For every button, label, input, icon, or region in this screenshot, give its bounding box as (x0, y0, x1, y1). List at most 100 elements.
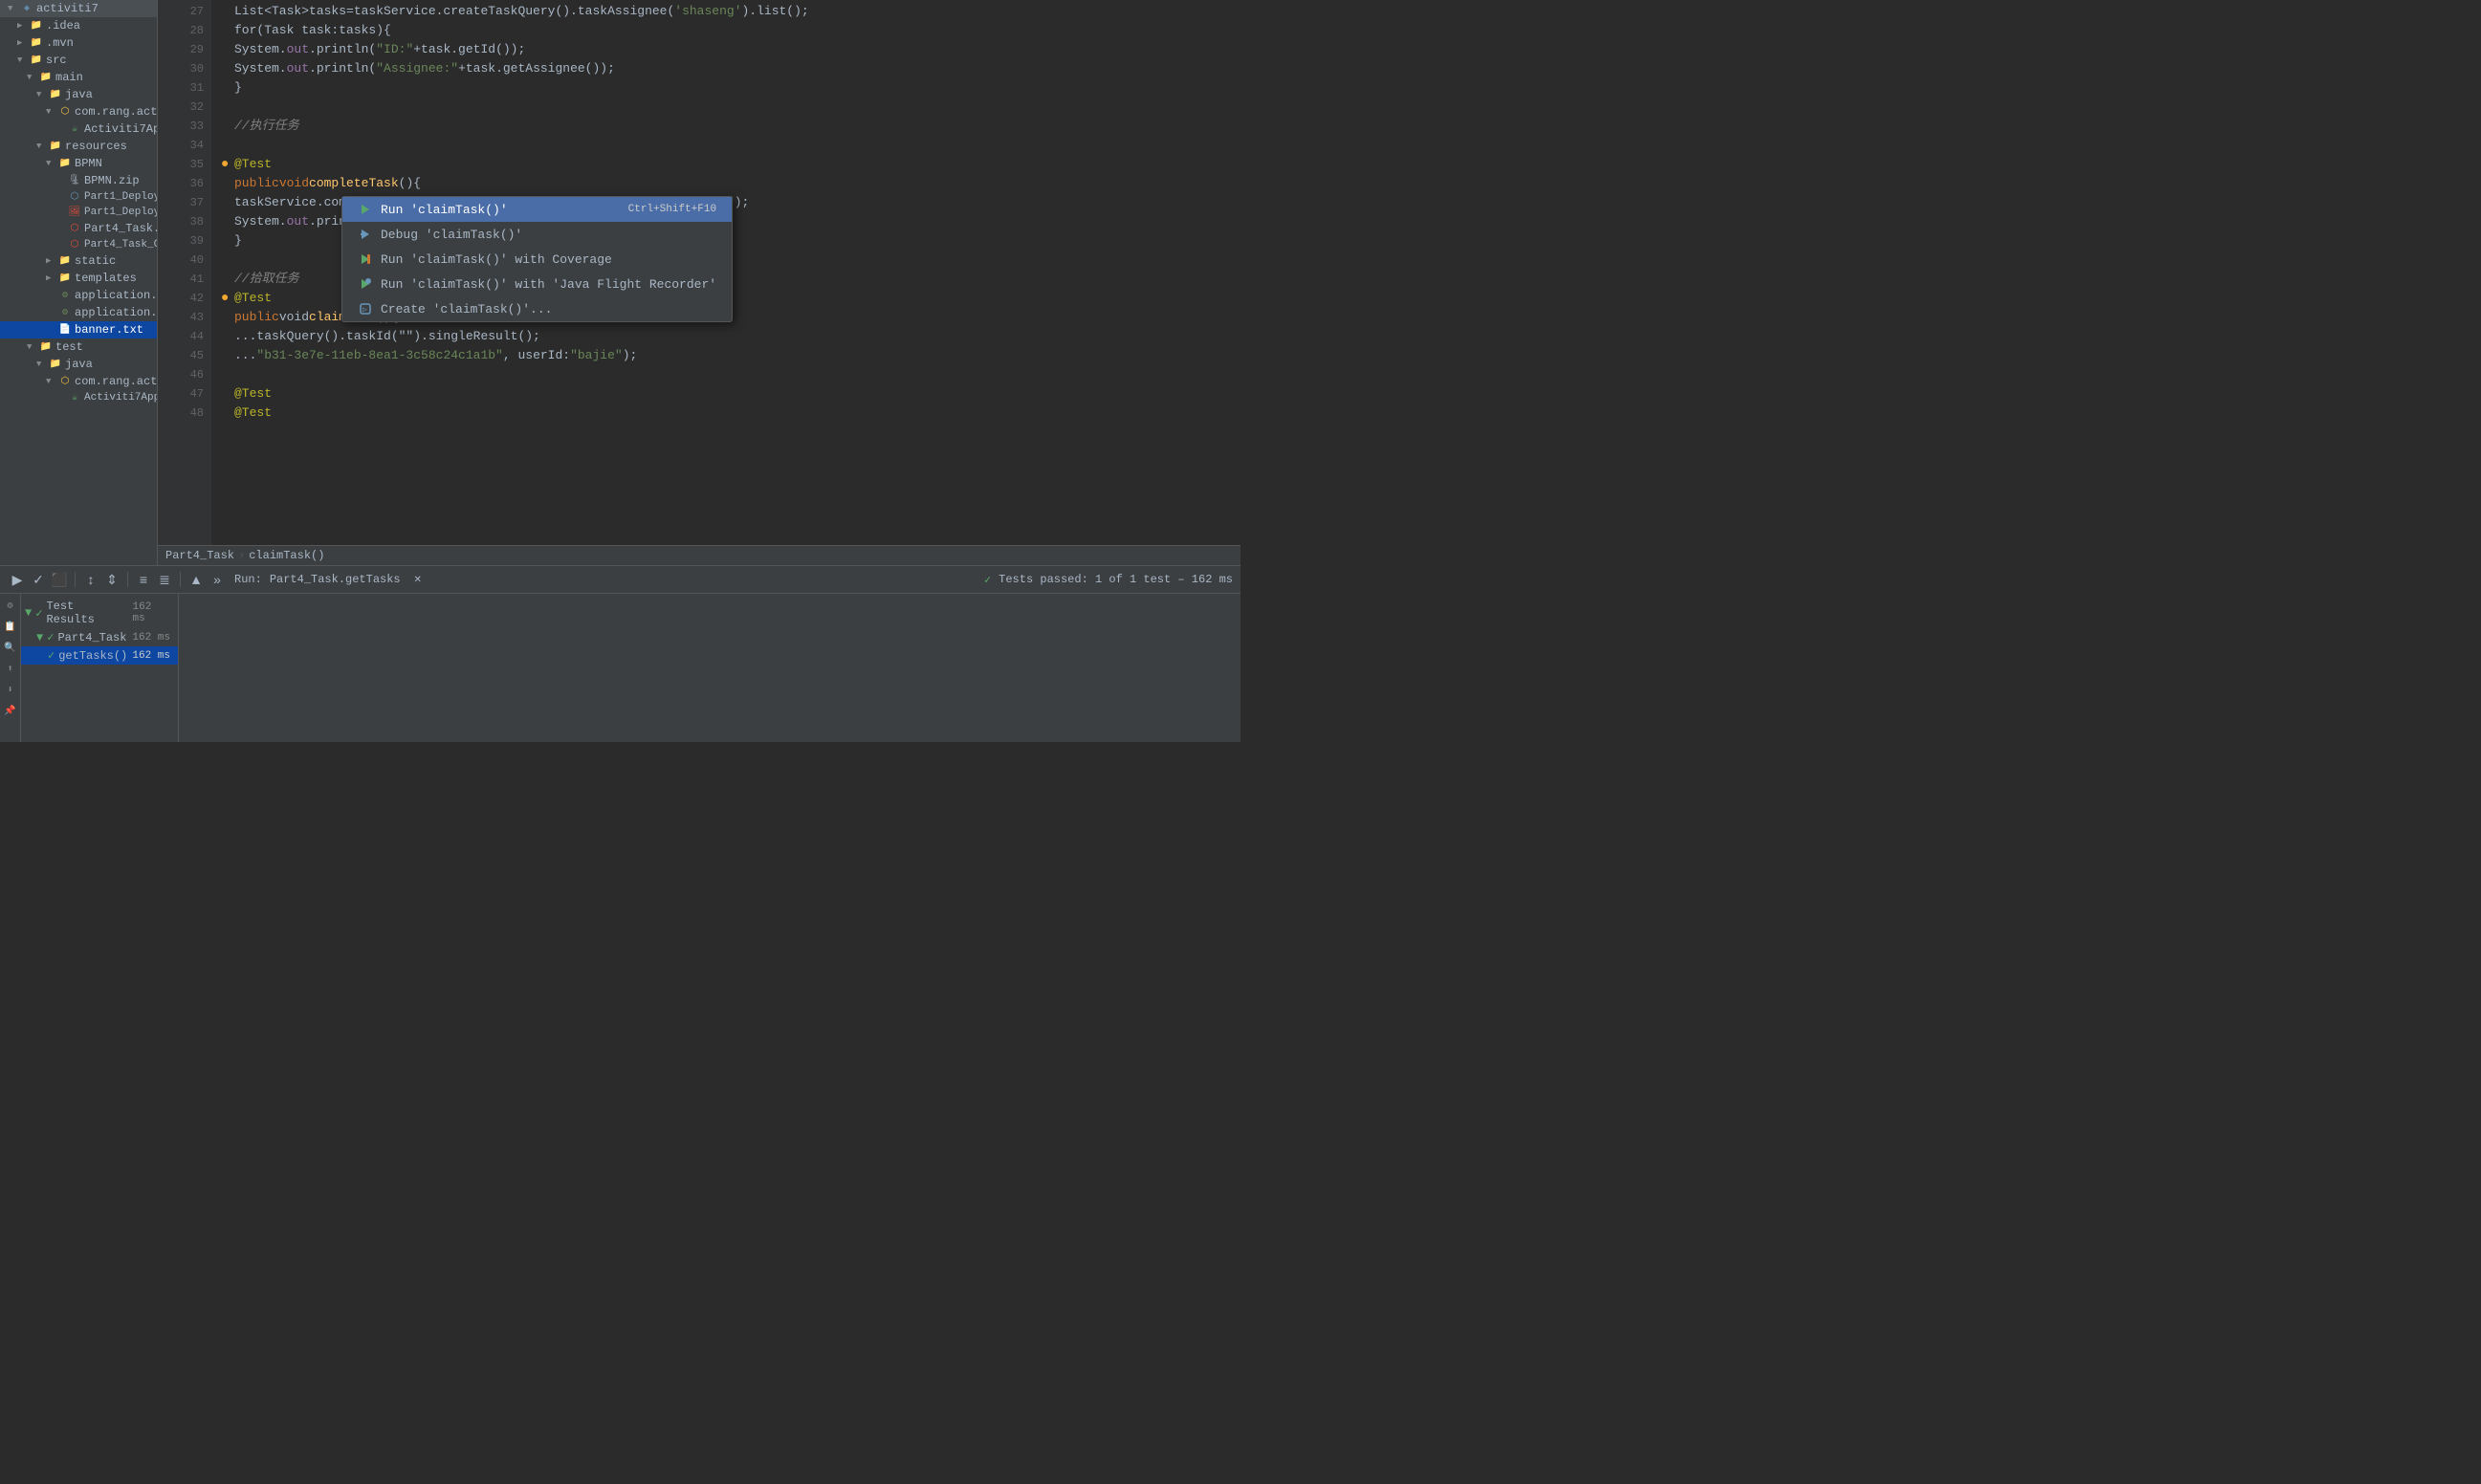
line-num: 48 (173, 404, 204, 423)
panel-content: ⚙ 📋 🔍 ⬆ ⬇ 📌 ▼ ✓ Test Results 162 ms ▼ ✓ (0, 594, 1240, 742)
breadcrumb-method[interactable]: claimTask() (249, 549, 324, 562)
run-gutter-marker-35[interactable]: ● (221, 155, 234, 174)
pass-icon: ▼ (25, 606, 32, 620)
up-button[interactable]: ▲ (187, 570, 206, 589)
menu-item-debug[interactable]: Debug 'claimTask()' (342, 222, 732, 247)
strip-btn-3[interactable]: 🔍 (2, 640, 19, 657)
stop-button[interactable]: ⬛ (50, 570, 69, 589)
expand-button[interactable]: ≣ (155, 570, 174, 589)
run-button[interactable]: ▶ (8, 570, 27, 589)
strip-btn-5[interactable]: ⬇ (2, 682, 19, 699)
line-num: 41 (173, 270, 204, 289)
code-line-47: @Test (221, 384, 1240, 404)
sidebar-item-label: .mvn (46, 36, 74, 50)
sort-alpha-button[interactable]: ↕ (81, 570, 100, 589)
sidebar-item-part1-deploy-png[interactable]: ▶ 🖼 Part1_Deployment.pnc (0, 205, 157, 220)
close-run-button[interactable]: ✕ (408, 570, 428, 589)
folder-icon: 📁 (39, 341, 53, 353)
line-num: 34 (173, 136, 204, 155)
menu-item-run-jfr[interactable]: Run 'claimTask()' with 'Java Flight Reco… (342, 272, 732, 296)
code-line-28: for(Task task:tasks){ (221, 21, 1240, 40)
sidebar-item-com-rang[interactable]: ▼ ⬡ com.rang.activiti (0, 103, 157, 120)
sidebar-item-label: application.properties (75, 289, 158, 302)
test-results-root[interactable]: ▼ ✓ Test Results 162 ms (21, 598, 178, 628)
sidebar-item-label: application.yml (75, 306, 158, 319)
sidebar-item-label: com.rang.activiti (75, 105, 158, 119)
module-icon: ◈ (20, 3, 33, 14)
sidebar-item-part1-deploy-bpr[interactable]: ▶ ⬡ Part1_Deployment.bpr (0, 189, 157, 205)
pass-check: ✓ (47, 630, 54, 644)
separator (75, 572, 76, 587)
code-line-44: ...taskQuery().taskId("").singleResult()… (221, 327, 1240, 346)
sidebar-item-label: activiti7 (36, 2, 99, 15)
menu-item-label: Create 'claimTask()'... (381, 302, 552, 316)
sidebar-item-part4-task-bpmn[interactable]: ▶ ⬡ Part4_Task.bpmn (0, 220, 157, 237)
test-method-gettasks[interactable]: ✓ getTasks() 162 ms (21, 646, 178, 665)
sidebar-item-app-yml[interactable]: ▶ ⚙ application.yml (0, 304, 157, 321)
test-method-time: 162 ms (132, 650, 174, 662)
strip-btn-1[interactable]: ⚙ (2, 598, 19, 615)
code-line-45: ..."b31-3e7e-11eb-8ea1-3c58c24c1a1b", us… (221, 346, 1240, 365)
bpmn-icon: ⬡ (68, 223, 81, 234)
sidebar-item-app-properties[interactable]: ▶ ⚙ application.properties (0, 287, 157, 304)
line-num: 33 (173, 117, 204, 136)
expand-arrow: ▼ (27, 342, 36, 352)
strip-btn-6[interactable]: 📌 (2, 703, 19, 720)
sidebar-item-activiti7[interactable]: ▼ ◈ activiti7 (0, 0, 157, 17)
sidebar-item-test[interactable]: ▼ 📁 test (0, 338, 157, 356)
sidebar-item-test-app[interactable]: ▶ ☕ Activiti7ApplicationTe (0, 390, 157, 405)
expand-arrow: ▼ (46, 107, 55, 117)
sidebar-item-src[interactable]: ▼ 📁 src (0, 52, 157, 69)
strip-btn-4[interactable]: ⬆ (2, 661, 19, 678)
sidebar-item-bpmn-zip[interactable]: ▶ 🗜 BPMN.zip (0, 172, 157, 189)
sort-duration-button[interactable]: ⇕ (102, 570, 121, 589)
menu-item-run[interactable]: Run 'claimTask()' Ctrl+Shift+F10 (342, 197, 732, 222)
bpmn-icon: ⬡ (68, 239, 81, 251)
sidebar-item-label: com.rang.activiti (75, 375, 158, 388)
strip-btn-2[interactable]: 📋 (2, 619, 19, 636)
code-line-27: List<Task>tasks=taskService.createTaskQu… (221, 2, 1240, 21)
code-line-46 (221, 365, 1240, 384)
sidebar-item-label: java (65, 358, 93, 371)
sidebar-item-templates[interactable]: ▶ 📁 templates (0, 270, 157, 287)
line-num: 35 (173, 155, 204, 174)
run-config-name[interactable]: Part4_Task.getTasks (270, 573, 401, 586)
sidebar-item-activiti7app[interactable]: ▶ ☕ Activiti7Application (0, 120, 157, 138)
test-results-label: Test Results (46, 600, 128, 626)
sidebar-item-static[interactable]: ▶ 📁 static (0, 252, 157, 270)
sidebar-item-mvn[interactable]: ▶ 📁 .mvn (0, 34, 157, 52)
sidebar-item-test-java[interactable]: ▼ 📁 java (0, 356, 157, 373)
line-num: 39 (173, 231, 204, 251)
folder-icon: 📁 (49, 141, 62, 152)
line-num: 44 (173, 327, 204, 346)
sidebar-item-main[interactable]: ▼ 📁 main (0, 69, 157, 86)
code-line-30: System.out.println("Assignee:"+task.getA… (221, 59, 1240, 78)
expand-arrow: ▼ (36, 360, 46, 369)
expand-arrow: ▼ (27, 73, 36, 82)
run-gutter-marker-42[interactable]: ● (221, 289, 234, 308)
collapse-button[interactable]: ≡ (134, 570, 153, 589)
bpmn-icon: ⬡ (68, 191, 81, 203)
more-button[interactable]: » (208, 570, 227, 589)
folder-icon: 📁 (39, 72, 53, 83)
folder-icon: 📁 (30, 37, 43, 49)
rerun-button[interactable]: ✓ (29, 570, 48, 589)
context-menu: Run 'claimTask()' Ctrl+Shift+F10 Debug '… (341, 196, 733, 322)
sidebar-item-part4-claim-bpmn[interactable]: ▶ ⬡ Part4_Task_Claim.bpm (0, 237, 157, 252)
app-layout: ▼ ◈ activiti7 ▶ 📁 .idea ▶ 📁 .mvn ▼ 📁 src… (0, 0, 1240, 742)
sidebar-item-banner-txt[interactable]: ▶ 📄 banner.txt (0, 321, 157, 338)
sidebar-item-java[interactable]: ▼ 📁 java (0, 86, 157, 103)
menu-item-create[interactable]: ▷ Create 'claimTask()'... (342, 296, 732, 321)
test-class-part4task[interactable]: ▼ ✓ Part4_Task 162 ms (21, 628, 178, 646)
sidebar-item-bpmn-folder[interactable]: ▼ 📁 BPMN (0, 155, 157, 172)
breadcrumb-class[interactable]: Part4_Task (165, 549, 234, 562)
menu-item-run-coverage[interactable]: Run 'claimTask()' with Coverage (342, 247, 732, 272)
line-num: 28 (173, 21, 204, 40)
java-test-icon: ☕ (68, 392, 81, 404)
sidebar-item-resources[interactable]: ▼ 📁 resources (0, 138, 157, 155)
sidebar-item-test-com[interactable]: ▼ ⬡ com.rang.activiti (0, 373, 157, 390)
svg-text:▷: ▷ (362, 306, 367, 315)
code-line-48: @Test (221, 404, 1240, 423)
sidebar-item-idea[interactable]: ▶ 📁 .idea (0, 17, 157, 34)
expand-arrow: ▼ (46, 377, 55, 386)
